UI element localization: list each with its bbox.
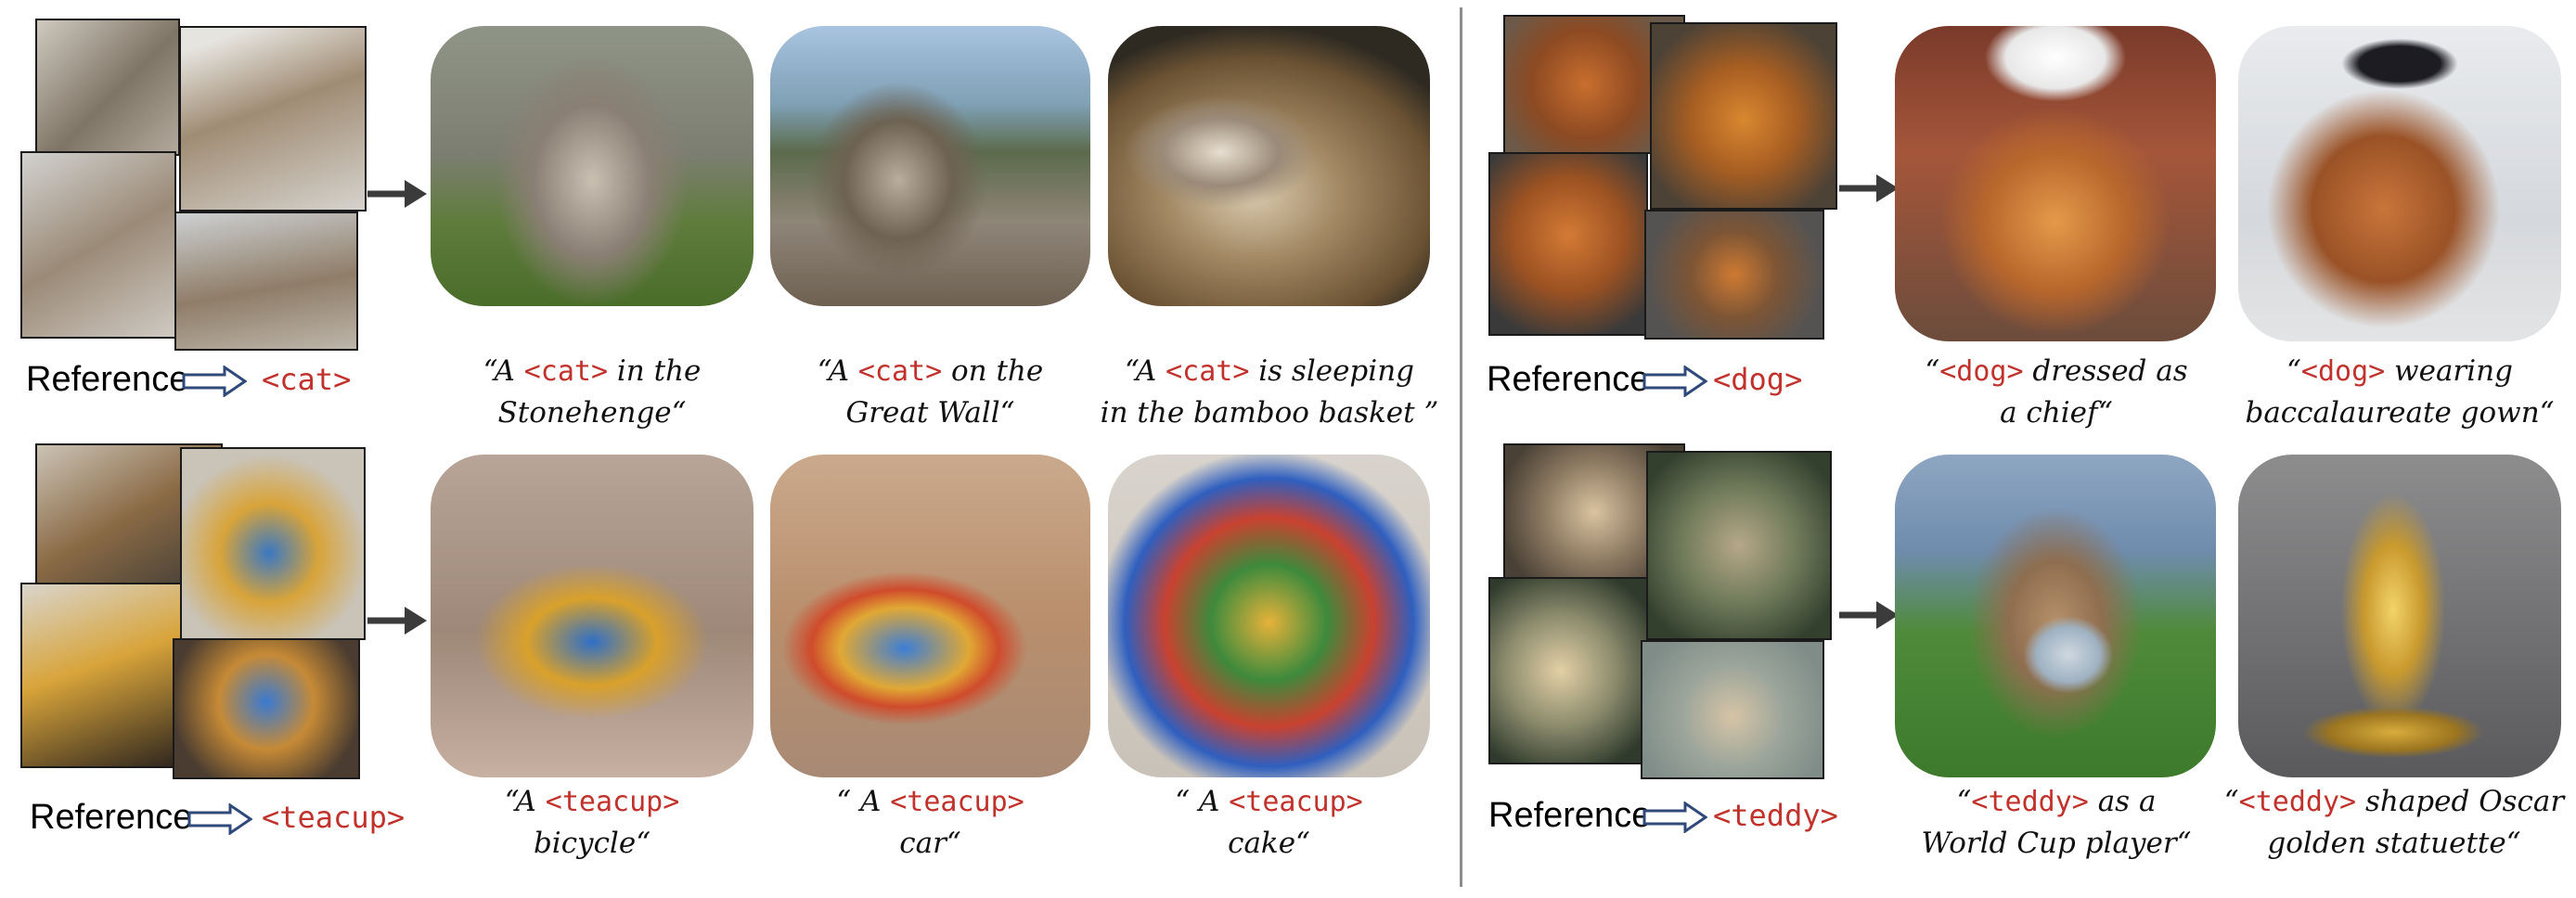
teddy-reference-photo-2 <box>1646 451 1832 640</box>
teddy-caption-2: “<teddy> shaped Oscar golden statuette“ <box>2223 785 2565 860</box>
teacup-token: <teacup> <box>262 800 406 835</box>
teddy-oscar-statuette-image <box>2238 455 2561 777</box>
cat-reference-photo-3 <box>20 151 176 339</box>
cat-caption-2: “A <cat> on the Great Wall“ <box>817 354 1044 430</box>
teacup-bicycle-image <box>431 455 753 777</box>
teacup-arrow <box>367 607 427 635</box>
dog-reference-photo-2 <box>1650 22 1837 210</box>
teddy-arrow <box>1839 601 1899 629</box>
dog-chef-image <box>1895 26 2216 341</box>
teacup-caption-3: “ A <teacup> cake“ <box>1175 785 1363 860</box>
teacup-car-image <box>770 455 1090 777</box>
dog-token: <dog> <box>1713 362 1803 397</box>
teacup-cake-image <box>1108 455 1430 777</box>
dog-hollow-arrow <box>1642 366 1707 397</box>
teacup-caption-1: “A <teacup> bicycle“ <box>504 785 680 860</box>
dog-reference-photo-4 <box>1644 210 1824 340</box>
dog-reference-label: Reference <box>1487 360 1650 399</box>
cat-caption-1: “A <cat> in the Stonehenge“ <box>483 354 702 430</box>
cat-stonehenge-image <box>431 26 753 306</box>
teddy-reference-photo-3 <box>1488 577 1648 764</box>
cat-reference-photo-1 <box>35 19 180 156</box>
teacup-reference-photo-4 <box>173 638 360 779</box>
cat-reference-label: Reference <box>26 360 189 399</box>
teddy-caption-1: “<teddy> as a World Cup player“ <box>1921 785 2192 860</box>
center-divider <box>1460 7 1462 887</box>
cat-caption-3: “A <cat> is sleeping in the bamboo baske… <box>1100 354 1439 430</box>
cat-bamboo-basket-image <box>1108 26 1430 306</box>
teacup-reference-photo-2 <box>180 447 366 640</box>
teddy-reference-label: Reference <box>1488 796 1652 835</box>
teacup-reference-photo-3 <box>20 583 182 768</box>
dog-arrow <box>1839 174 1899 202</box>
cat-arrow <box>367 180 427 208</box>
cat-reference-photo-4 <box>174 212 358 351</box>
dog-reference-photo-3 <box>1488 152 1648 336</box>
cat-reference-photo-2 <box>179 26 367 212</box>
dog-caption-1: “<dog> dressed as a chief“ <box>1925 354 2188 430</box>
teddy-hollow-arrow <box>1642 802 1707 833</box>
teacup-caption-2: “ A <teacup> car“ <box>836 785 1024 860</box>
dog-caption-2: “<dog> wearing baccalaureate gown“ <box>2245 354 2555 430</box>
dog-graduation-image <box>2238 26 2561 341</box>
cat-hollow-arrow <box>182 366 247 397</box>
cat-great-wall-image <box>770 26 1090 306</box>
teacup-reference-label: Reference <box>30 798 193 837</box>
teddy-reference-photo-4 <box>1641 640 1824 779</box>
cat-token: <cat> <box>262 362 352 397</box>
teddy-token: <teddy> <box>1713 798 1838 833</box>
teddy-world-cup-image <box>1895 455 2216 777</box>
teacup-hollow-arrow <box>187 803 252 835</box>
